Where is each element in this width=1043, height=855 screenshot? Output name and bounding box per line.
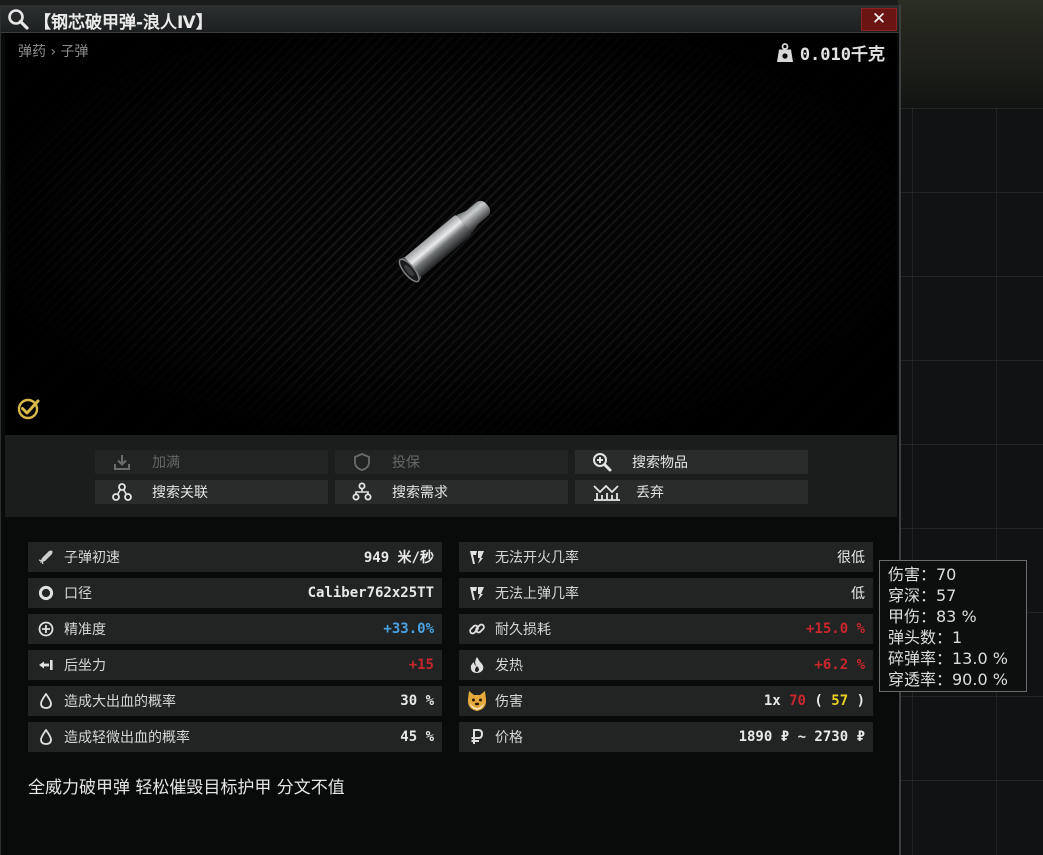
stat-value: +6.2 % (814, 657, 865, 673)
search-linked-button[interactable]: 搜索关联 (95, 480, 328, 504)
magnifier-icon (8, 9, 29, 30)
tooltip-line: 碎弹率：13.0 % (888, 649, 1008, 668)
stat-label: 伤害 (495, 694, 523, 710)
stat-value: Caliber762x25TT (307, 585, 434, 601)
search-linked-label: 搜索关联 (152, 485, 208, 501)
stat-damage: 伤害 1x 70 ( 57 ) (459, 686, 873, 716)
stat-value: 949 米/秒 (363, 550, 434, 566)
close-button[interactable]: ✕ (861, 8, 897, 31)
stat-muzzle-velocity: 子弹初速 949 米/秒 (28, 542, 442, 572)
download-icon (112, 452, 132, 472)
stat-label: 发热 (495, 658, 523, 674)
chain-link-icon (468, 620, 486, 638)
weight-display: 0.010千克 (776, 40, 885, 65)
bullet-velocity-icon (37, 548, 55, 566)
armor-damage-number: 57 (831, 693, 849, 709)
stat-value: +15.0 % (805, 621, 865, 637)
weight-icon (776, 42, 793, 62)
damage-bracket-open: ( (805, 693, 832, 709)
stat-label: 造成轻微出血的概率 (64, 730, 190, 746)
window-title: 【钢芯破甲弹-浪人Ⅳ】 (34, 13, 213, 33)
breadcrumb[interactable]: 弹药 › 子弹 (18, 41, 89, 61)
shield-icon (352, 452, 372, 472)
stat-label: 子弹初速 (64, 550, 120, 566)
stat-durability-burn: 耐久损耗 +15.0 % (459, 614, 873, 644)
stat-light-bleed: 造成轻微出血的概率 45 % (28, 722, 442, 752)
examined-check-icon (17, 398, 40, 420)
damage-tooltip: 伤害：70 穿深：57 甲伤：83 % 弹头数：1 碎弹率：13.0 % 穿透率… (879, 560, 1027, 692)
stat-value: +15 (408, 657, 434, 673)
malfunction-icon (468, 548, 486, 566)
stat-heat: 发热 +6.2 % (459, 650, 873, 680)
stat-value: 很低 (837, 550, 865, 566)
stat-value: 低 (851, 586, 865, 602)
tooltip-line: 甲伤：83 % (888, 607, 977, 626)
stat-label: 口径 (64, 586, 92, 602)
action-panel: 加满 投保 搜索物品 搜索关联 搜索需求 丢弃 (5, 435, 897, 517)
required-nodes-icon (352, 482, 372, 502)
stat-value: +33.0% (383, 621, 434, 637)
item-preview: 弹药 › 子弹 0.010千克 (5, 33, 897, 435)
weight-value: 0.010千克 (799, 45, 885, 65)
flame-icon (468, 656, 486, 674)
damage-number: 70 (789, 693, 806, 709)
search-item-label: 搜索物品 (632, 455, 688, 471)
insure-button[interactable]: 投保 (335, 450, 568, 474)
item-inspect-window: 【钢芯破甲弹-浪人Ⅳ】 ✕ 弹药 › 子弹 0.010千克 加满 投保 搜索物品… (0, 5, 901, 855)
stat-heavy-bleed: 造成大出血的概率 30 % (28, 686, 442, 716)
title-bar[interactable]: 【钢芯破甲弹-浪人Ⅳ】 ✕ (1, 5, 899, 33)
stat-value: 1890 ₽ ~ 2730 ₽ (738, 729, 865, 745)
fill-up-button[interactable]: 加满 (95, 450, 328, 474)
stat-label: 无法开火几率 (495, 550, 579, 566)
discard-label: 丢弃 (636, 485, 664, 501)
blood-drop-icon (37, 728, 55, 746)
ruble-icon (468, 728, 486, 746)
search-required-button[interactable]: 搜索需求 (335, 480, 568, 504)
discard-icon (592, 482, 622, 502)
stat-label: 无法上弹几率 (495, 586, 579, 602)
tooltip-line: 穿深：57 (888, 586, 957, 605)
insure-label: 投保 (392, 455, 420, 471)
stat-label: 耐久损耗 (495, 622, 551, 638)
doge-face-icon (465, 689, 489, 713)
recoil-icon (37, 656, 55, 674)
stat-label: 精准度 (64, 622, 106, 638)
stat-misfire-chance: 无法开火几率 很低 (459, 542, 873, 572)
discard-button[interactable]: 丢弃 (575, 480, 808, 504)
caliber-ring-icon (37, 584, 55, 602)
search-required-label: 搜索需求 (392, 485, 448, 501)
tooltip-line: 弹头数：1 (888, 628, 963, 647)
stat-feed-failure-chance: 无法上弹几率 低 (459, 578, 873, 608)
tooltip-line: 伤害：70 (888, 565, 957, 584)
search-item-button[interactable]: 搜索物品 (575, 450, 808, 474)
stat-price: 价格 1890 ₽ ~ 2730 ₽ (459, 722, 873, 752)
stat-label: 后坐力 (64, 658, 106, 674)
stat-label: 造成大出血的概率 (64, 694, 176, 710)
stat-recoil: 后坐力 +15 (28, 650, 442, 680)
tooltip-line: 穿透率：90.0 % (888, 670, 1008, 689)
stat-value: 45 % (400, 729, 434, 745)
linked-nodes-icon (112, 482, 132, 502)
blood-drop-icon (37, 692, 55, 710)
magnifier-plus-icon (592, 452, 612, 472)
bullet-image (398, 200, 491, 283)
stat-label: 价格 (495, 730, 523, 746)
stat-accuracy: 精准度 +33.0% (28, 614, 442, 644)
malfunction-icon (468, 584, 486, 602)
stat-value: 30 % (400, 693, 434, 709)
crosshair-icon (37, 620, 55, 638)
damage-multiplier: 1x (763, 693, 790, 709)
background-panel (898, 0, 1043, 108)
damage-bracket-close: ) (848, 693, 865, 709)
damage-value: 1x 70 ( 57 ) (764, 693, 865, 709)
stat-caliber: 口径 Caliber762x25TT (28, 578, 442, 608)
item-description: 全威力破甲弹 轻松催毁目标护甲 分文不值 (28, 778, 345, 798)
fill-up-label: 加满 (152, 455, 180, 471)
